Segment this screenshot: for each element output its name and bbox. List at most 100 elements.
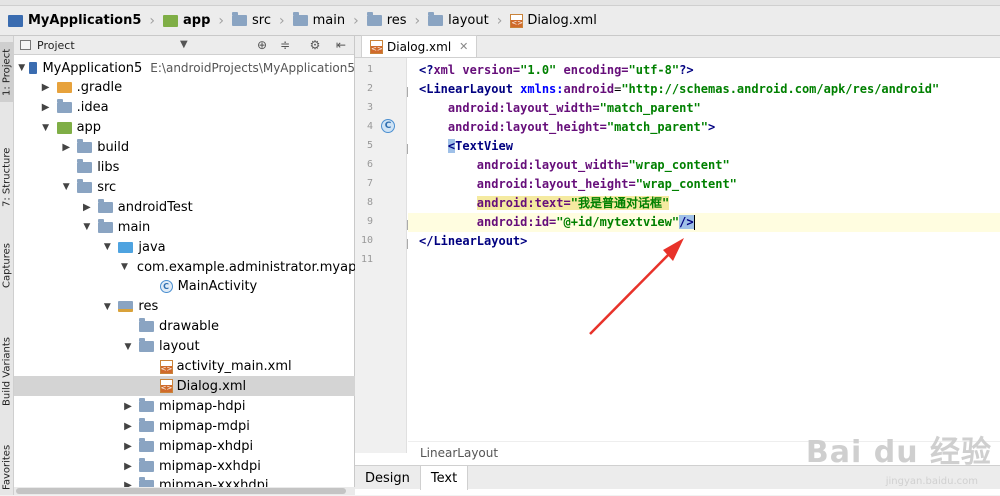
- side-tab-7-structure[interactable]: 7: Structure: [0, 132, 14, 222]
- code-token: android: [476, 177, 528, 191]
- editor-tab-label: Dialog.xml: [387, 39, 452, 54]
- breadcrumb-item[interactable]: layout ›: [424, 6, 506, 36]
- side-tab-1-project[interactable]: 1: Project: [0, 42, 14, 102]
- editor-gutter: C 1 2 3 4 5 6 7 8 9 10 11: [355, 58, 439, 453]
- tree-item[interactable]: ▼ src: [14, 177, 355, 197]
- breadcrumb-item[interactable]: Dialog.xml: [506, 6, 601, 36]
- collapsed-arrow-icon[interactable]: ▶: [39, 102, 53, 113]
- settings-gear-icon[interactable]: ⚙: [307, 37, 323, 53]
- tree-item[interactable]: libs: [14, 158, 355, 178]
- text-caret: [693, 215, 695, 230]
- folder-icon: [139, 397, 154, 412]
- tree-item[interactable]: ▼ layout: [14, 337, 355, 357]
- hide-panel-icon[interactable]: ⇤: [333, 37, 349, 53]
- collapsed-arrow-icon[interactable]: ▶: [80, 202, 94, 213]
- side-tab-build-variants[interactable]: Build Variants: [0, 332, 14, 412]
- tree-item[interactable]: ▶ .gradle: [14, 78, 355, 98]
- tree-item[interactable]: ▼ com.example.administrator.myappl: [14, 257, 355, 277]
- breadcrumb-label: layout: [448, 13, 489, 28]
- tree-item[interactable]: ▶ mipmap-hdpi: [14, 396, 355, 416]
- tree-item[interactable]: ▼ app: [14, 118, 355, 138]
- project-panel-title[interactable]: Project: [37, 39, 75, 52]
- tree-item-label: libs: [97, 160, 120, 175]
- expanded-arrow-icon[interactable]: ▼: [18, 63, 25, 73]
- collapsed-arrow-icon[interactable]: ▶: [121, 401, 135, 412]
- tree-item[interactable]: Dialog.xml: [14, 376, 355, 397]
- editor-tab-bar: Dialog.xml ✕: [355, 35, 1000, 58]
- expanded-arrow-icon[interactable]: ▼: [80, 222, 94, 232]
- breadcrumb-item[interactable]: MyApplication5 ›: [4, 6, 159, 36]
- tree-item[interactable]: ▼ res: [14, 297, 355, 317]
- collapse-all-icon[interactable]: ≑: [277, 37, 293, 53]
- view-dropdown-icon[interactable]: ▼: [180, 39, 188, 50]
- code-token: "我是普通对话框": [570, 196, 670, 210]
- collapsed-arrow-icon[interactable]: ▶: [121, 441, 135, 452]
- code-token: ?>: [679, 63, 694, 77]
- tree-item-label: .gradle: [76, 80, 123, 96]
- tab-text[interactable]: Text: [420, 466, 469, 490]
- tree-item[interactable]: ▼ main: [14, 217, 355, 237]
- side-tab-favorites[interactable]: Favorites: [0, 440, 14, 495]
- breadcrumb-label: MyApplication5: [28, 13, 142, 28]
- collapsed-arrow-icon[interactable]: ▶: [39, 82, 53, 93]
- tree-item[interactable]: ▼ MyApplication5 E:\androidProjects\MyAppl…: [14, 58, 355, 78]
- tab-design[interactable]: Design: [355, 466, 421, 490]
- expanded-arrow-icon[interactable]: ▼: [100, 242, 114, 252]
- tree-item-label: drawable: [159, 319, 220, 335]
- tree-item[interactable]: ▼ java: [14, 237, 355, 257]
- tree-item[interactable]: ▶ mipmap-mdpi: [14, 416, 355, 436]
- tree-item-label: layout: [159, 339, 200, 355]
- folder-icon: [139, 318, 154, 333]
- code-area[interactable]: <?xml version="1.0" encoding="utf-8"?> <L…: [408, 58, 1000, 453]
- line-number: 11: [360, 254, 373, 265]
- folder-icon: [139, 338, 154, 353]
- folder-icon: [232, 12, 247, 26]
- breadcrumb-item[interactable]: res ›: [363, 6, 424, 36]
- line-number: 8: [366, 197, 373, 208]
- side-tab-captures[interactable]: Captures: [0, 236, 14, 296]
- project-view-icon: [20, 40, 31, 50]
- tree-item-label: res: [138, 299, 159, 315]
- editor-tab-dialog-xml[interactable]: Dialog.xml ✕: [361, 35, 478, 57]
- breadcrumb-item[interactable]: main ›: [289, 6, 363, 36]
- collapsed-arrow-icon[interactable]: ▶: [121, 421, 135, 432]
- breadcrumb-item[interactable]: app ›: [159, 6, 228, 36]
- close-tab-icon[interactable]: ✕: [459, 40, 468, 53]
- code-token: :layout_width=: [498, 101, 600, 115]
- code-token: <?: [419, 63, 434, 77]
- breadcrumb-label: app: [183, 13, 211, 28]
- tree-item[interactable]: C MainActivity: [14, 277, 355, 297]
- scroll-from-source-icon[interactable]: ⊕: [254, 37, 270, 53]
- tree-item[interactable]: ▶ androidTest: [14, 197, 355, 217]
- class-gutter-icon[interactable]: C: [381, 119, 395, 133]
- expanded-arrow-icon[interactable]: ▼: [100, 302, 114, 312]
- tree-item-label: src: [97, 179, 117, 195]
- tree-item[interactable]: ▶ build: [14, 138, 355, 158]
- code-token: />: [679, 215, 694, 229]
- tree-item[interactable]: ▶ mipmap-xhdpi: [14, 436, 355, 456]
- tree-item-label: main: [117, 219, 151, 235]
- expanded-arrow-icon[interactable]: ▼: [59, 182, 73, 192]
- code-token: "1.0": [520, 63, 557, 77]
- code-token: "wrap_content": [635, 177, 737, 191]
- code-token: "http://schemas.android.com/apk/res/andr…: [621, 82, 940, 96]
- expanded-arrow-icon[interactable]: ▼: [121, 262, 128, 272]
- tree-item[interactable]: drawable: [14, 317, 355, 337]
- tree-item-label: mipmap-mdpi: [159, 418, 250, 434]
- code-line: android:layout_width="wrap_content": [419, 156, 730, 175]
- horizontal-scrollbar[interactable]: [14, 487, 355, 495]
- expanded-arrow-icon[interactable]: ▼: [39, 123, 53, 133]
- collapsed-arrow-icon[interactable]: ▶: [59, 142, 73, 153]
- breadcrumb-separator-icon: ›: [218, 12, 224, 29]
- tree-item[interactable]: ▶ .idea: [14, 98, 355, 118]
- code-token: :layout_height=: [498, 120, 607, 134]
- left-tool-strip: 1: Project 7: Structure Captures Build Vari…: [0, 36, 14, 495]
- expanded-arrow-icon[interactable]: ▼: [121, 342, 135, 352]
- collapsed-arrow-icon[interactable]: ▶: [121, 461, 135, 472]
- scrollbar-thumb[interactable]: [16, 488, 346, 494]
- tree-item[interactable]: activity_main.xml: [14, 357, 355, 377]
- breadcrumb-item[interactable]: src ›: [228, 6, 289, 36]
- tree-item[interactable]: ▶ mipmap-xxhdpi: [14, 456, 355, 476]
